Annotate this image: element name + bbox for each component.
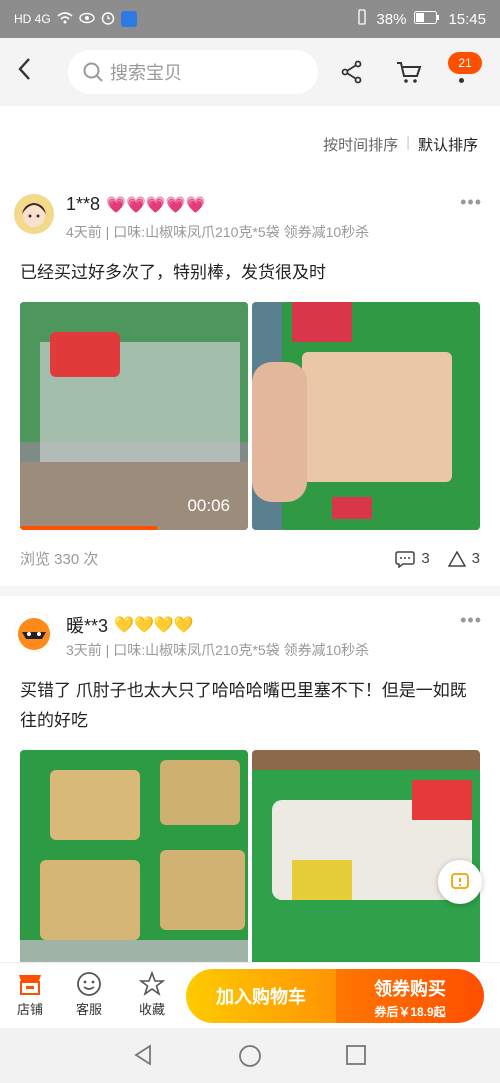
search-icon [83, 62, 103, 82]
status-bar: HD 4G 38% 15:45 [0, 0, 500, 38]
section-divider [0, 586, 500, 596]
buy-now-button[interactable]: 领券购买 券后￥18.9起 [336, 969, 484, 1023]
more-options-button[interactable]: ••• [460, 192, 482, 213]
view-count: 浏览 330 次 [20, 551, 99, 568]
share-icon [341, 60, 362, 84]
circle-home-icon [239, 1045, 261, 1067]
star-icon [139, 971, 165, 997]
battery-percent: 38% [376, 10, 407, 28]
cart-icon [397, 62, 422, 83]
comment-count: 3 [421, 550, 430, 567]
buyer-level-diamonds: 💛💛💛💛 [114, 617, 194, 634]
cart-button[interactable] [396, 60, 422, 89]
review-photo[interactable] [252, 302, 480, 530]
avatar[interactable] [14, 194, 54, 234]
battery-icon [414, 10, 440, 28]
triangle-back-icon [134, 1044, 151, 1066]
customer-service-icon [77, 972, 101, 996]
like-count: 3 [471, 550, 480, 567]
sort-bar: 按时间排序 | 默认排序 [323, 134, 478, 155]
top-bar: 搜索宝贝 21 [0, 38, 500, 106]
wifi-icon [57, 11, 73, 27]
sort-by-time[interactable]: 按时间排序 [323, 134, 398, 155]
review-video[interactable]: 00:06 [20, 302, 248, 530]
review-photo[interactable] [252, 750, 480, 962]
share-button[interactable] [340, 60, 364, 89]
comment-icon [395, 550, 416, 568]
nav-home-button[interactable] [238, 1044, 262, 1073]
ask-question-button[interactable] [438, 860, 482, 904]
review-username-row: 1**8 💗💗💗💗💗 [66, 194, 206, 215]
back-button[interactable] [0, 56, 50, 88]
search-input[interactable]: 搜索宝贝 [68, 50, 318, 94]
question-bubble-icon [451, 873, 469, 889]
video-progress-bar [20, 526, 157, 530]
nav-back-button[interactable] [132, 1044, 154, 1071]
review-meta: 3天前 | 口味:山椒味凤爪210克*5袋 领券减10秒杀 [66, 642, 370, 658]
more-options-button[interactable]: ••• [460, 610, 482, 631]
add-to-cart-label: 加入购物车 [216, 987, 306, 1007]
sort-default[interactable]: 默认排序 [418, 134, 478, 155]
nav-recents-button[interactable] [345, 1044, 367, 1071]
signal-indicator: HD 4G [14, 12, 51, 26]
bottom-action-bar: 店铺 客服 收藏 加入购物车 领券购买 券后￥18.9起 [0, 962, 500, 1028]
buy-label: 领券购买 [374, 979, 446, 999]
more-dot-icon[interactable] [459, 78, 464, 83]
app-notification-icon [120, 11, 137, 27]
search-placeholder: 搜索宝贝 [110, 63, 182, 83]
avatar[interactable] [14, 612, 54, 652]
username: 暖**3 [66, 616, 109, 636]
clock: 15:45 [448, 10, 486, 28]
system-nav-bar [0, 1028, 500, 1083]
video-duration: 00:06 [187, 496, 230, 515]
review-username-row: 暖**3 💛💛💛💛 [66, 612, 194, 638]
eye-icon [78, 12, 95, 27]
shop-label: 店铺 [16, 1002, 43, 1017]
favorite-label: 收藏 [138, 1002, 165, 1017]
triangle-like-icon [447, 550, 466, 567]
sort-divider: | [406, 134, 410, 151]
review-text: 买错了 爪肘子也太大只了哈哈哈嘴巴里塞不下！但是一如既往的好吃 [20, 681, 467, 730]
cart-count-badge: 21 [448, 52, 482, 74]
favorite-button[interactable]: 收藏 [122, 969, 182, 1018]
buy-price-label: 券后￥18.9起 [374, 1005, 446, 1019]
shop-icon [19, 975, 41, 995]
username: 1**8 [66, 194, 101, 214]
shop-button[interactable]: 店铺 [0, 969, 60, 1018]
review-text: 已经买过好多次了，特别棒，发货很及时 [20, 263, 326, 282]
chevron-left-icon [18, 58, 30, 80]
customer-service-button[interactable]: 客服 [59, 969, 119, 1018]
buyer-level-hearts: 💗💗💗💗💗 [106, 196, 206, 214]
customer-service-label: 客服 [75, 1002, 102, 1017]
vibrate-icon [356, 9, 368, 29]
review-photo[interactable] [20, 750, 248, 962]
square-recents-icon [346, 1045, 366, 1065]
comment-button[interactable]: 3 [395, 550, 430, 568]
review-meta: 4天前 | 口味:山椒味凤爪210克*5袋 领券减10秒杀 [66, 224, 370, 240]
like-button[interactable]: 3 [447, 550, 480, 567]
add-to-cart-button[interactable]: 加入购物车 [186, 969, 336, 1023]
review-stats: 浏览 330 次 3 3 [20, 548, 480, 569]
alarm-icon [101, 11, 115, 28]
